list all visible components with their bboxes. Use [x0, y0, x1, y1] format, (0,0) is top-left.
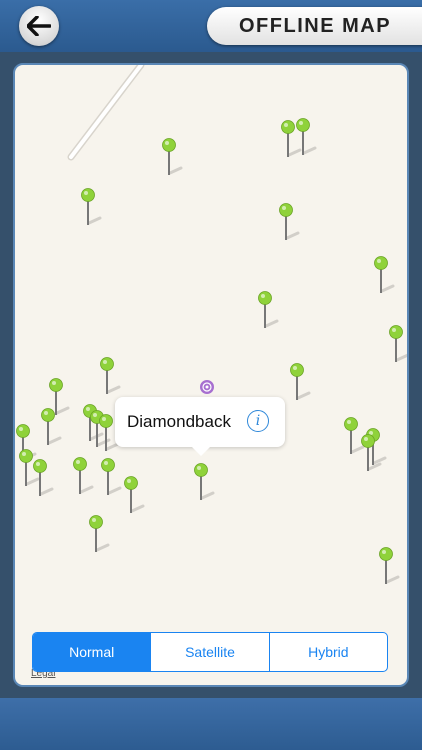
info-icon[interactable]: i — [247, 410, 269, 432]
header-bar: OFFLINE MAP — [0, 0, 422, 52]
map-road-inner — [69, 65, 143, 159]
info-glyph: i — [255, 413, 261, 429]
map-pin[interactable] — [162, 138, 183, 176]
map-pin[interactable] — [49, 378, 70, 416]
map-pin[interactable] — [290, 363, 311, 401]
map-pin[interactable] — [73, 457, 94, 495]
map-canvas[interactable] — [15, 65, 409, 687]
map-pin[interactable] — [101, 458, 122, 496]
user-location-marker — [200, 380, 214, 394]
annotation-callout[interactable]: Diamondback i — [115, 397, 285, 456]
map-pin[interactable] — [258, 291, 279, 329]
map-pin[interactable] — [344, 417, 365, 455]
arrow-left-icon — [27, 16, 51, 36]
map-type-segmented-control[interactable]: Normal Satellite Hybrid — [32, 632, 388, 672]
map-view[interactable]: Diamondback i Legal Normal Satellite Hyb… — [13, 63, 409, 687]
map-pin[interactable] — [374, 256, 395, 294]
map-pin[interactable] — [33, 459, 54, 497]
page-title-text: OFFLINE MAP — [239, 14, 392, 37]
map-pin[interactable] — [389, 325, 409, 363]
map-pin[interactable] — [124, 476, 145, 514]
map-type-normal[interactable]: Normal — [33, 633, 151, 671]
map-pin[interactable] — [279, 203, 300, 241]
map-pin[interactable] — [379, 547, 400, 585]
back-button[interactable] — [19, 6, 59, 46]
map-pin[interactable] — [81, 188, 102, 226]
map-pin[interactable] — [89, 515, 110, 553]
footer-bar — [0, 698, 422, 750]
map-pin[interactable] — [100, 357, 121, 395]
callout-title: Diamondback — [127, 412, 231, 431]
page-title: OFFLINE MAP — [207, 7, 422, 45]
map-type-hybrid[interactable]: Hybrid — [268, 633, 387, 671]
map-type-satellite[interactable]: Satellite — [150, 633, 268, 671]
map-pin[interactable] — [194, 463, 215, 501]
